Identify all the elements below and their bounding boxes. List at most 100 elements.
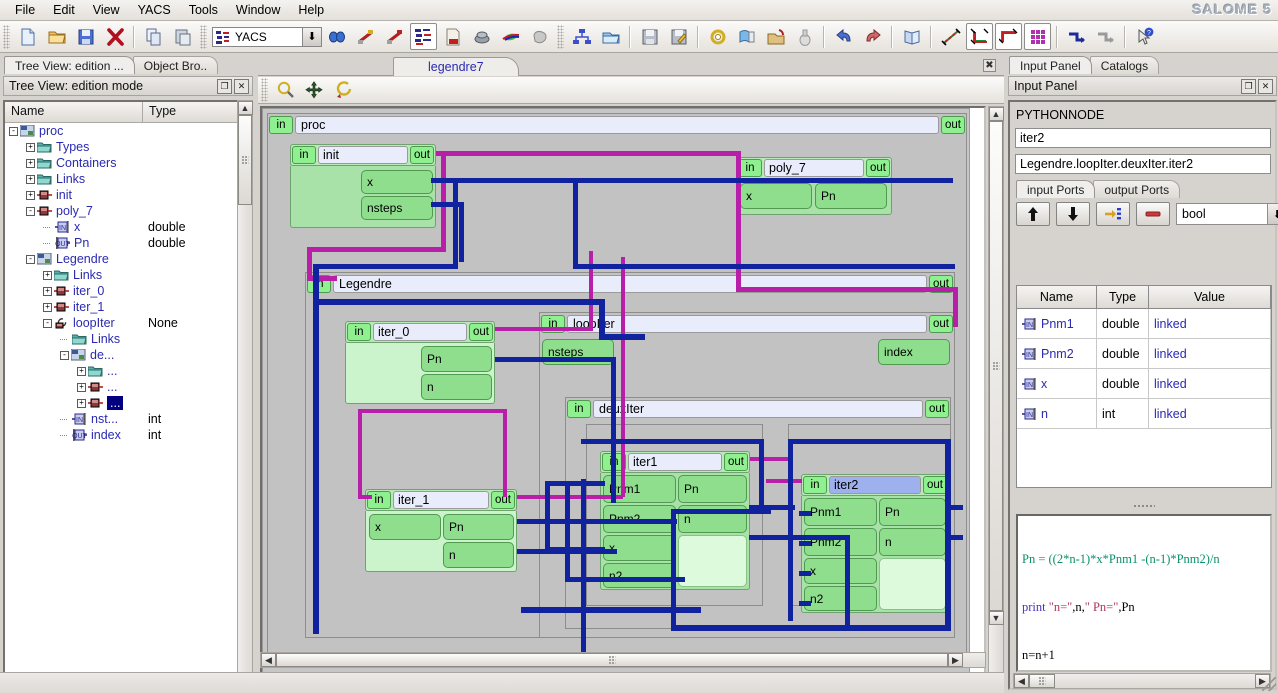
close-icon[interactable]: ✕ [234, 79, 249, 94]
node-iter1-outer-in-port[interactable]: in [367, 491, 391, 509]
up-arrow-icon[interactable] [1016, 202, 1050, 226]
ports-col-value[interactable]: Value [1149, 286, 1271, 308]
tree-vertical-scrollbar[interactable]: ▲ [237, 100, 253, 690]
canvas-scroll-right-arrow[interactable]: ▶ [948, 653, 963, 667]
tree-item-Links-13[interactable]: Links [5, 331, 251, 347]
node-iter1-port-Pn[interactable]: Pn [678, 475, 747, 503]
node-deuxiter-name[interactable]: deuxIter [593, 400, 923, 418]
canvas-horizontal-scrollbar[interactable]: ◀ ▶ [260, 652, 986, 668]
port-type-cell[interactable]: double [1097, 339, 1149, 368]
tree-item--17[interactable]: +... [5, 395, 251, 411]
code-horizontal-scrollbar[interactable]: ◀ ▶ [1013, 673, 1271, 689]
node-iter2-port-x[interactable]: x [804, 558, 877, 584]
tab-object-browser[interactable]: Object Bro.. [132, 56, 219, 74]
port-name-cell[interactable]: IN Pnm2 [1017, 339, 1097, 368]
schema-nodes-icon[interactable] [568, 23, 595, 50]
tree-item-Types-1[interactable]: + Types [5, 139, 251, 155]
tab-catalogs[interactable]: Catalogs [1089, 56, 1160, 74]
collapse-icon[interactable]: - [9, 126, 18, 136]
undo-icon[interactable] [830, 23, 857, 50]
ports-table-row[interactable]: IN x double linked [1017, 369, 1271, 399]
canvas-scroll-left-arrow[interactable]: ◀ [261, 653, 276, 667]
node-iter0-port-n[interactable]: n [421, 374, 492, 400]
node-init-name[interactable]: init [318, 146, 408, 164]
arrange-nodes-gray-icon[interactable] [1092, 23, 1119, 50]
expand-icon[interactable]: + [43, 286, 52, 296]
node-name-field[interactable]: iter2 [1015, 128, 1271, 148]
node-iter0-out-port[interactable]: out [469, 323, 493, 341]
tree-item-init-4[interactable]: + init [5, 187, 251, 203]
node-iter2-port-Pnm2[interactable]: Pnm2 [804, 528, 877, 556]
menu-yacs[interactable]: YACS [129, 1, 180, 19]
port-value-cell[interactable]: linked [1149, 399, 1271, 428]
expand-icon[interactable]: + [26, 190, 35, 200]
port-type-cell[interactable]: double [1097, 369, 1149, 398]
node-deuxiter-in-port[interactable]: in [567, 400, 591, 418]
node-iter1-name[interactable]: iter1 [628, 453, 722, 471]
grid-icon[interactable] [1024, 23, 1051, 50]
open-folder-icon[interactable] [43, 23, 70, 50]
code-scroll-left-arrow[interactable]: ◀ [1014, 674, 1029, 688]
tab-legendre7[interactable]: legendre7 [393, 57, 519, 76]
expand-icon[interactable]: + [77, 366, 86, 376]
node-poly7-name[interactable]: poly_7 [764, 159, 864, 177]
paste-icon[interactable] [169, 23, 196, 50]
fit-icon[interactable] [330, 77, 357, 104]
canvas-toolbar-grip[interactable] [261, 78, 268, 102]
collapse-icon[interactable]: - [60, 350, 69, 360]
code-scroll-thumb[interactable] [1029, 674, 1055, 688]
tree-item-x-6[interactable]: IN x double [5, 219, 251, 235]
menu-edit[interactable]: Edit [44, 1, 84, 19]
mesh-file-icon[interactable] [323, 23, 350, 50]
expand-icon[interactable]: + [26, 158, 35, 168]
module-selector-combo[interactable]: YACS ⬇ [212, 26, 322, 47]
ports-table-row[interactable]: IN Pnm2 double linked [1017, 339, 1271, 369]
canvas-scroll-down-arrow[interactable]: ▼ [988, 611, 1004, 625]
tree-item-index-19[interactable]: OUT index int [5, 427, 251, 443]
solid-icon[interactable] [526, 23, 553, 50]
node-iter2-port-Pnm1[interactable]: Pnm1 [804, 498, 877, 526]
collapse-icon[interactable]: - [26, 254, 35, 264]
tab-input-ports[interactable]: input Ports [1016, 180, 1096, 198]
toolbar-grip[interactable] [3, 24, 10, 49]
tree-col-name[interactable]: Name [5, 102, 143, 122]
geometry-icon[interactable] [352, 23, 379, 50]
schema-tree-icon[interactable] [410, 23, 437, 50]
canvas-vertical-scrollbar[interactable]: ▲ ▼ [988, 106, 1004, 676]
expand-icon[interactable]: + [77, 382, 86, 392]
node-poly7-port-x[interactable]: x [740, 183, 812, 209]
post-pro-icon[interactable] [497, 23, 524, 50]
collapse-icon[interactable]: - [43, 318, 52, 328]
canvas-scroll-thumb-v[interactable] [989, 121, 1003, 611]
scroll-thumb[interactable] [238, 115, 252, 205]
menu-help[interactable]: Help [289, 1, 333, 19]
graph-canvas[interactable]: in proc out in init out x nsteps in poly… [260, 106, 986, 676]
chevron-down-icon[interactable]: ⬇ [302, 27, 321, 46]
node-iter2-header[interactable]: in iter2 out [801, 474, 949, 496]
node-init-out-port[interactable]: out [410, 146, 434, 164]
node-poly7-in-port[interactable]: in [738, 159, 762, 177]
node-init-port-x[interactable]: x [361, 170, 433, 194]
close-icon[interactable]: ✖ [983, 59, 996, 72]
save-schema-as-icon[interactable] [665, 23, 692, 50]
tree-item-Containers-2[interactable]: + Containers [5, 155, 251, 171]
undock-icon[interactable]: ❐ [1241, 79, 1256, 94]
node-init-port-nsteps[interactable]: nsteps [361, 196, 433, 220]
link-direct-icon[interactable] [937, 23, 964, 50]
node-iter2-in-port[interactable]: in [803, 476, 827, 494]
port-name-cell[interactable]: IN x [1017, 369, 1097, 398]
node-iter1-outer-header[interactable]: in iter_1 out [365, 489, 517, 511]
resize-grip[interactable] [1262, 677, 1276, 691]
expand-icon[interactable]: + [43, 302, 52, 312]
node-iter1-outer-port-n[interactable]: n [443, 542, 514, 568]
tree-item--15[interactable]: +... [5, 363, 251, 379]
node-poly7[interactable]: in poly_7 out x Pn [736, 157, 892, 217]
import-icon[interactable] [762, 23, 789, 50]
node-iter2[interactable]: in iter2 out Pnm1 Pn Pnm2 n x n2 [801, 474, 949, 614]
node-iter2-port-Pn[interactable]: Pn [879, 498, 946, 526]
node-init[interactable]: in init out x nsteps [290, 144, 436, 229]
node-iter1-outer-port-x[interactable]: x [369, 514, 441, 540]
expand-icon[interactable]: + [77, 398, 86, 408]
menu-window[interactable]: Window [227, 1, 289, 19]
port-value-cell[interactable]: linked [1149, 309, 1271, 338]
